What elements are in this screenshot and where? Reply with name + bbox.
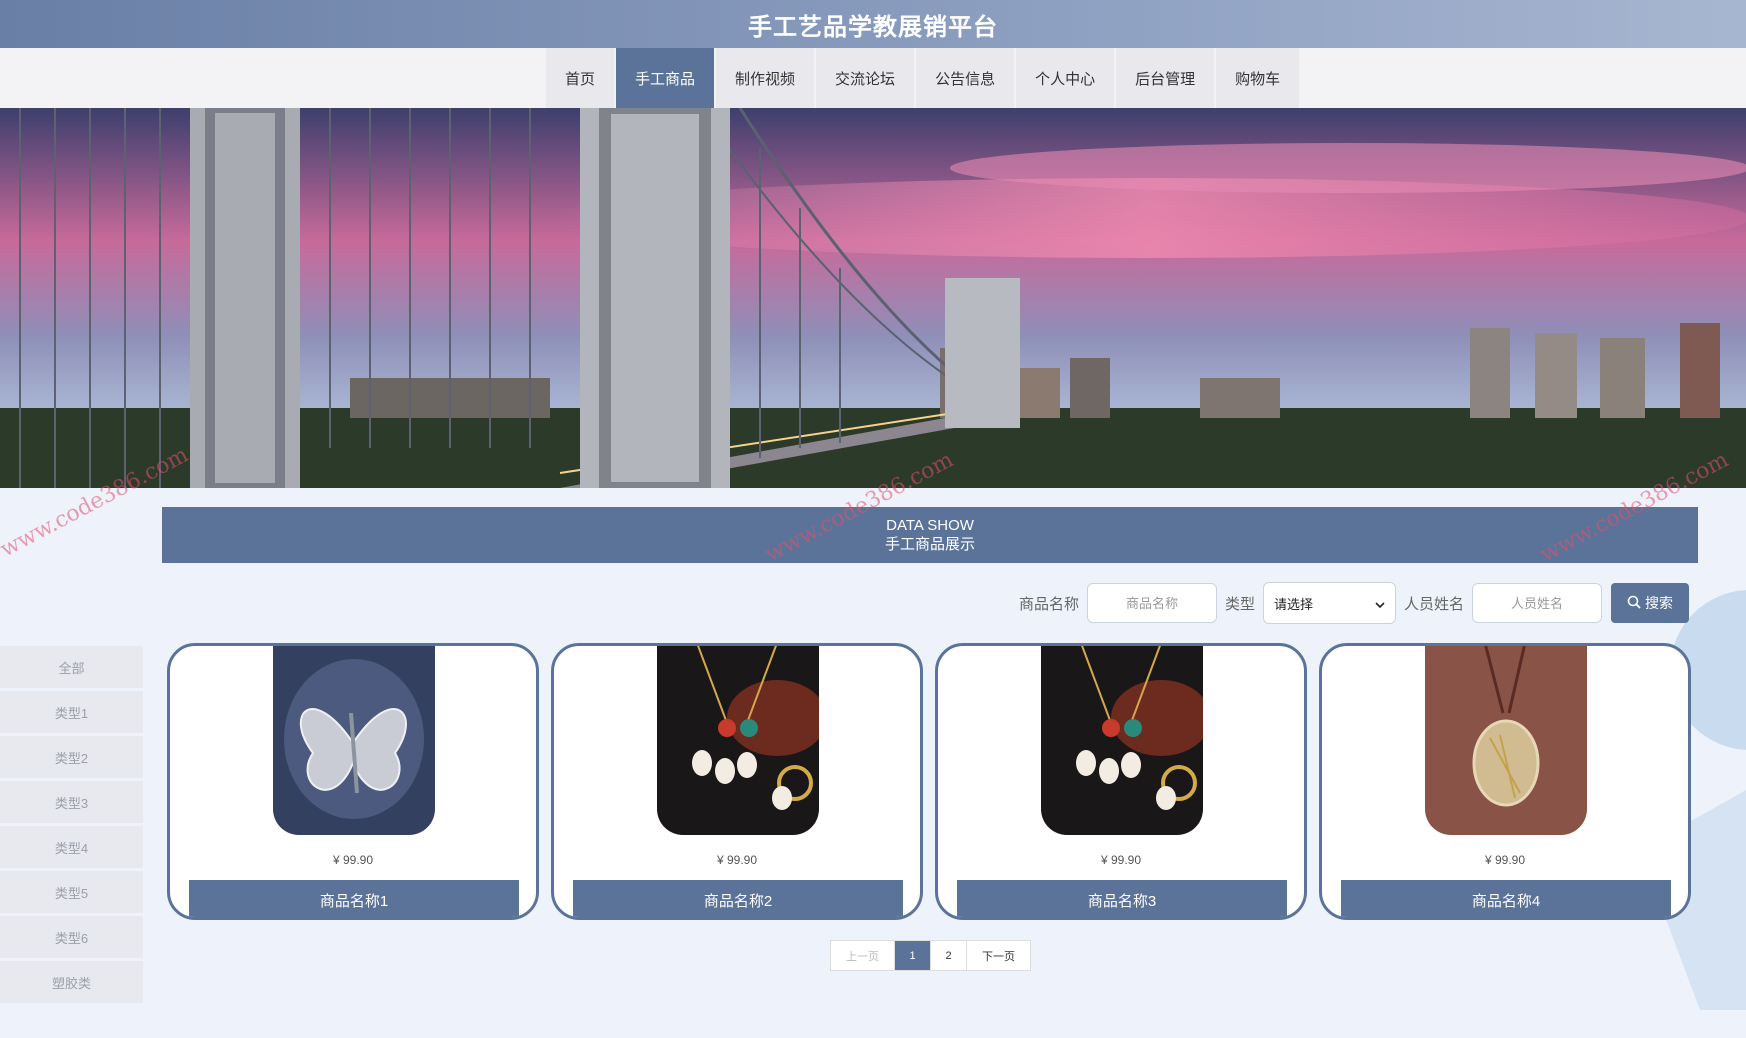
product-card[interactable]: ¥ 99.90 商品名称4 xyxy=(1319,643,1691,920)
page-button-1[interactable]: 1 xyxy=(895,941,931,970)
nav-item-profile[interactable]: 个人中心 xyxy=(1016,48,1115,108)
pagination: 上一页 1 2 下一页 xyxy=(830,940,1031,971)
product-image-jade-jewelry-set[interactable] xyxy=(1041,646,1203,835)
nav-item-forum[interactable]: 交流论坛 xyxy=(816,48,915,108)
nav-item-cart[interactable]: 购物车 xyxy=(1216,48,1300,108)
category-label: 类型2 xyxy=(54,750,89,766)
nav-label: 公告信息 xyxy=(935,70,996,88)
person-name-label: 人员姓名 xyxy=(1403,595,1464,613)
person-name-input[interactable] xyxy=(1472,583,1602,623)
nav-item-products[interactable]: 手工商品 xyxy=(616,48,715,108)
product-card[interactable]: ¥ 99.90 商品名称2 xyxy=(551,643,923,920)
product-image-butterfly-brooch[interactable] xyxy=(273,646,435,835)
nav-label: 制作视频 xyxy=(735,70,796,88)
type-select-value: 请选择 xyxy=(1273,596,1313,612)
next-page-button[interactable]: 下一页 xyxy=(967,941,1030,970)
category-label: 类型4 xyxy=(54,840,89,856)
category-label: 类型3 xyxy=(54,795,89,811)
product-card[interactable]: ¥ 99.90 商品名称3 xyxy=(935,643,1307,920)
search-bar: 商品名称 类型 请选择 人员姓名 搜索 xyxy=(1011,582,1689,624)
category-item-type3[interactable]: 类型3 xyxy=(0,781,143,823)
product-name-button[interactable]: 商品名称2 xyxy=(573,880,903,917)
nav-item-videos[interactable]: 制作视频 xyxy=(716,48,815,108)
product-name-button[interactable]: 商品名称3 xyxy=(957,880,1287,917)
product-name-button[interactable]: 商品名称1 xyxy=(189,880,519,917)
section-title-cn: 手工商品展示 xyxy=(884,536,975,553)
category-item-type6[interactable]: 类型6 xyxy=(0,916,143,958)
category-item-type1[interactable]: 类型1 xyxy=(0,691,143,733)
product-price: ¥ 99.90 xyxy=(1484,853,1526,867)
nav-label: 后台管理 xyxy=(1135,70,1196,88)
product-price: ¥ 99.90 xyxy=(716,853,758,867)
search-button-label: 搜索 xyxy=(1645,595,1673,611)
nav-label: 首页 xyxy=(565,70,596,88)
nav-item-announcements[interactable]: 公告信息 xyxy=(916,48,1015,108)
nav-item-home[interactable]: 首页 xyxy=(546,48,615,108)
category-item-plastic[interactable]: 塑胶类 xyxy=(0,961,143,1003)
product-name-label: 商品名称 xyxy=(1018,595,1079,613)
category-item-all[interactable]: 全部 xyxy=(0,646,143,688)
category-label: 类型6 xyxy=(54,930,89,946)
product-name-button[interactable]: 商品名称4 xyxy=(1341,880,1671,917)
category-label: 类型1 xyxy=(54,705,89,721)
category-label: 全部 xyxy=(58,660,85,676)
type-select[interactable]: 请选择 xyxy=(1262,582,1396,624)
product-name-input[interactable] xyxy=(1086,583,1217,623)
section-title-en: DATA SHOW xyxy=(886,517,974,534)
category-item-type4[interactable]: 类型4 xyxy=(0,826,143,868)
section-header: DATA SHOW 手工商品展示 xyxy=(162,507,1698,563)
site-title: 手工艺品学教展销平台 xyxy=(748,13,998,41)
prev-page-button[interactable]: 上一页 xyxy=(831,941,895,970)
category-label: 类型5 xyxy=(54,885,89,901)
nav-item-admin[interactable]: 后台管理 xyxy=(1116,48,1215,108)
product-card[interactable]: ¥ 99.90 商品名称1 xyxy=(167,643,539,920)
category-sidebar: 全部 类型1 类型2 类型3 类型4 类型5 类型6 塑胶类 xyxy=(0,646,143,1006)
chevron-down-icon xyxy=(1375,596,1385,611)
bridge-skyline-image xyxy=(0,108,1746,488)
category-item-type2[interactable]: 类型2 xyxy=(0,736,143,778)
hero-banner xyxy=(0,108,1746,488)
nav-bar: 首页 手工商品 制作视频 交流论坛 公告信息 个人中心 后台管理 购物车 xyxy=(0,48,1746,108)
category-item-type5[interactable]: 类型5 xyxy=(0,871,143,913)
main-nav: 首页 手工商品 制作视频 交流论坛 公告信息 个人中心 后台管理 购物车 xyxy=(546,48,1300,108)
search-icon xyxy=(1627,595,1641,612)
product-price: ¥ 99.90 xyxy=(1100,853,1142,867)
product-image-jade-jewelry-set[interactable] xyxy=(657,646,819,835)
site-title-bar: 手工艺品学教展销平台 xyxy=(0,0,1746,48)
category-label: 塑胶类 xyxy=(51,975,91,991)
product-price: ¥ 99.90 xyxy=(332,853,374,867)
search-button[interactable]: 搜索 xyxy=(1611,583,1689,623)
product-image-crystal-pendant[interactable] xyxy=(1425,646,1587,835)
page-button-2[interactable]: 2 xyxy=(931,941,967,970)
nav-label: 手工商品 xyxy=(635,70,696,88)
nav-label: 交流论坛 xyxy=(835,70,896,88)
type-label: 类型 xyxy=(1224,595,1255,613)
nav-label: 个人中心 xyxy=(1035,70,1096,88)
nav-label: 购物车 xyxy=(1235,70,1281,88)
